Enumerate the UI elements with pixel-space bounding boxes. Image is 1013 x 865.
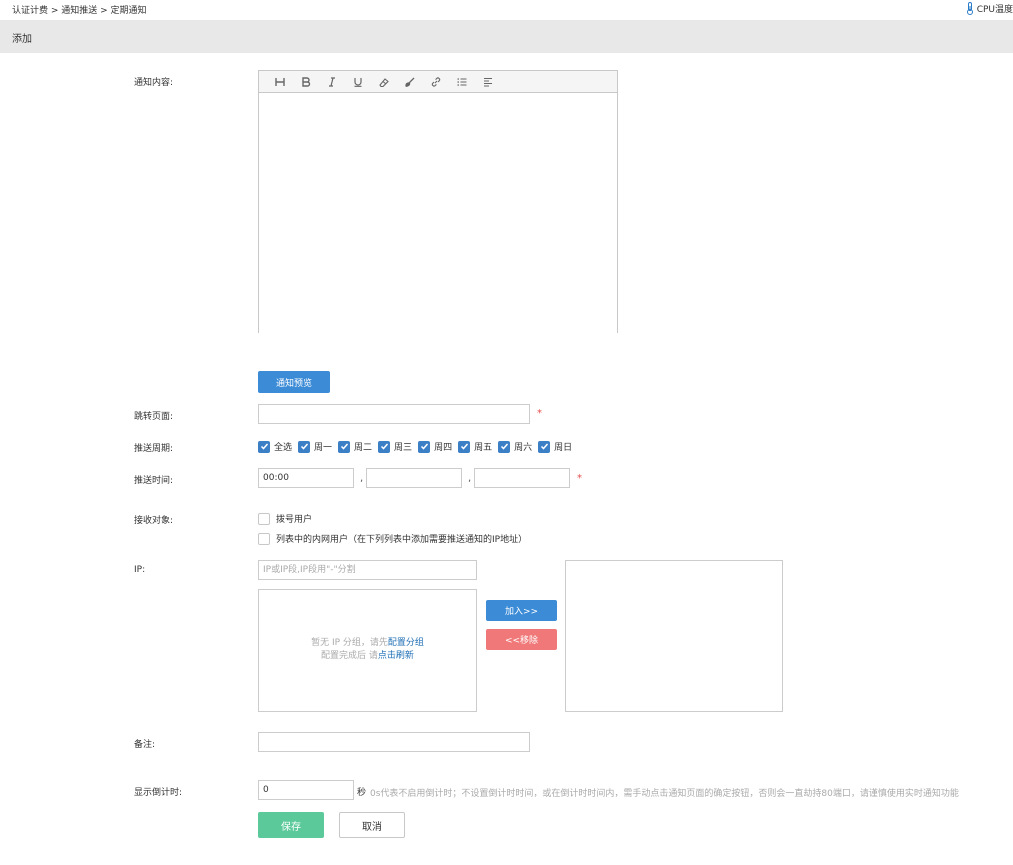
preview-button[interactable]: 通知预览 [258,371,330,393]
weekday-label: 周四 [434,443,453,453]
weekday-sat[interactable]: 周六 [498,440,532,453]
configure-group-link[interactable]: 配置分组 [388,638,424,648]
cancel-button[interactable]: 取消 [339,812,405,838]
weekday-label: 周五 [474,443,493,453]
bold-icon[interactable] [293,71,319,93]
remark-label: 备注: [134,740,156,750]
checkbox-checked-icon[interactable] [338,440,351,453]
weekday-tue[interactable]: 周二 [338,440,372,453]
receiver-lan-option[interactable]: 列表中的内网用户（在下列列表中添加需要推送通知的IP地址） [258,532,527,545]
checkbox-checked-icon[interactable] [498,440,511,453]
weekday-fri[interactable]: 周五 [458,440,492,453]
weekday-label: 周六 [514,443,533,453]
push-time-input-1[interactable] [258,468,354,488]
separator-comma: , [360,473,364,484]
checkbox-checked-icon[interactable] [258,440,270,453]
push-time-input-3[interactable] [474,468,570,488]
remove-button[interactable]: <<移除 [486,629,557,650]
add-button[interactable]: 加入>> [486,600,557,621]
thermometer-icon [966,2,974,15]
checkbox-checked-icon[interactable] [378,440,391,453]
checkbox-checked-icon[interactable] [538,440,551,453]
weekday-label: 周二 [354,443,373,453]
breadcrumb: 认证计费 > 通知推送 > 定期通知 [12,6,147,16]
cpu-temperature-label: CPU温度 [976,5,1013,15]
checkbox-unchecked-icon[interactable] [258,532,270,545]
push-time-label: 推送时间: [134,476,174,486]
jump-page-input[interactable] [258,404,530,424]
align-icon[interactable] [475,71,501,93]
content-label: 通知内容: [134,78,174,88]
weekday-thu[interactable]: 周四 [418,440,452,453]
content-textarea[interactable] [259,93,617,333]
link-icon[interactable] [423,71,449,93]
hint-text: 暂无 IP 分组，请先 [311,638,388,648]
checkbox-unchecked-icon[interactable] [258,512,270,525]
eraser-icon[interactable] [371,71,397,93]
ip-input[interactable] [258,560,477,580]
list-icon[interactable] [449,71,475,93]
weekday-sun[interactable]: 周日 [538,440,572,453]
push-cycle-label: 推送周期: [134,444,174,454]
required-mark: * [577,473,582,484]
weekday-select-all[interactable]: 全选 [258,440,292,453]
title-bar: 添加 [0,20,1013,53]
checkbox-checked-icon[interactable] [418,440,431,453]
separator-comma: , [468,473,472,484]
required-mark: * [537,408,542,419]
refresh-link[interactable]: 点击刷新 [378,651,414,661]
selected-ip-list[interactable] [565,560,783,712]
top-bar: 认证计费 > 通知推送 > 定期通知 CPU温度 [0,0,1013,20]
editor-toolbar [259,71,617,93]
rich-text-editor [258,70,618,333]
weekday-wed[interactable]: 周三 [378,440,412,453]
jump-page-label: 跳转页面: [134,412,174,422]
receivers-label: 接收对象: [134,516,174,526]
countdown-hint: 0s代表不启用倒计时；不设置倒计时时间，或在倒计时时间内，需手动点击通知页面的确… [370,789,959,799]
hint-text: 配置完成后 请 [321,651,378,661]
ip-label: IP: [134,565,146,575]
cpu-temperature[interactable]: CPU温度 [966,2,1013,15]
countdown-input[interactable] [258,780,354,800]
receiver-dialup-option[interactable]: 拨号用户 [258,512,312,525]
countdown-unit: 秒 [357,788,367,798]
receiver-label: 列表中的内网用户（在下列列表中添加需要推送通知的IP地址） [276,535,528,545]
push-time-input-2[interactable] [366,468,462,488]
checkbox-checked-icon[interactable] [458,440,471,453]
weekday-label: 周日 [554,443,573,453]
weekday-label: 周一 [314,443,333,453]
weekday-mon[interactable]: 周一 [298,440,332,453]
heading-icon[interactable] [267,71,293,93]
page-title: 添加 [12,34,32,45]
italic-icon[interactable] [319,71,345,93]
save-button[interactable]: 保存 [258,812,324,838]
brush-icon[interactable] [397,71,423,93]
countdown-label: 显示倒计时: [134,788,183,798]
weekday-checkboxes: 全选 周一 周二 周三 周四 周五 周六 周日 [258,440,578,453]
remark-input[interactable] [258,732,530,752]
checkbox-checked-icon[interactable] [298,440,311,453]
weekday-label: 全选 [274,443,293,453]
empty-group-hint: 暂无 IP 分组，请先配置分组 配置完成后 请点击刷新 [258,637,477,663]
receiver-label: 拨号用户 [276,515,313,525]
underline-icon[interactable] [345,71,371,93]
weekday-label: 周三 [394,443,413,453]
